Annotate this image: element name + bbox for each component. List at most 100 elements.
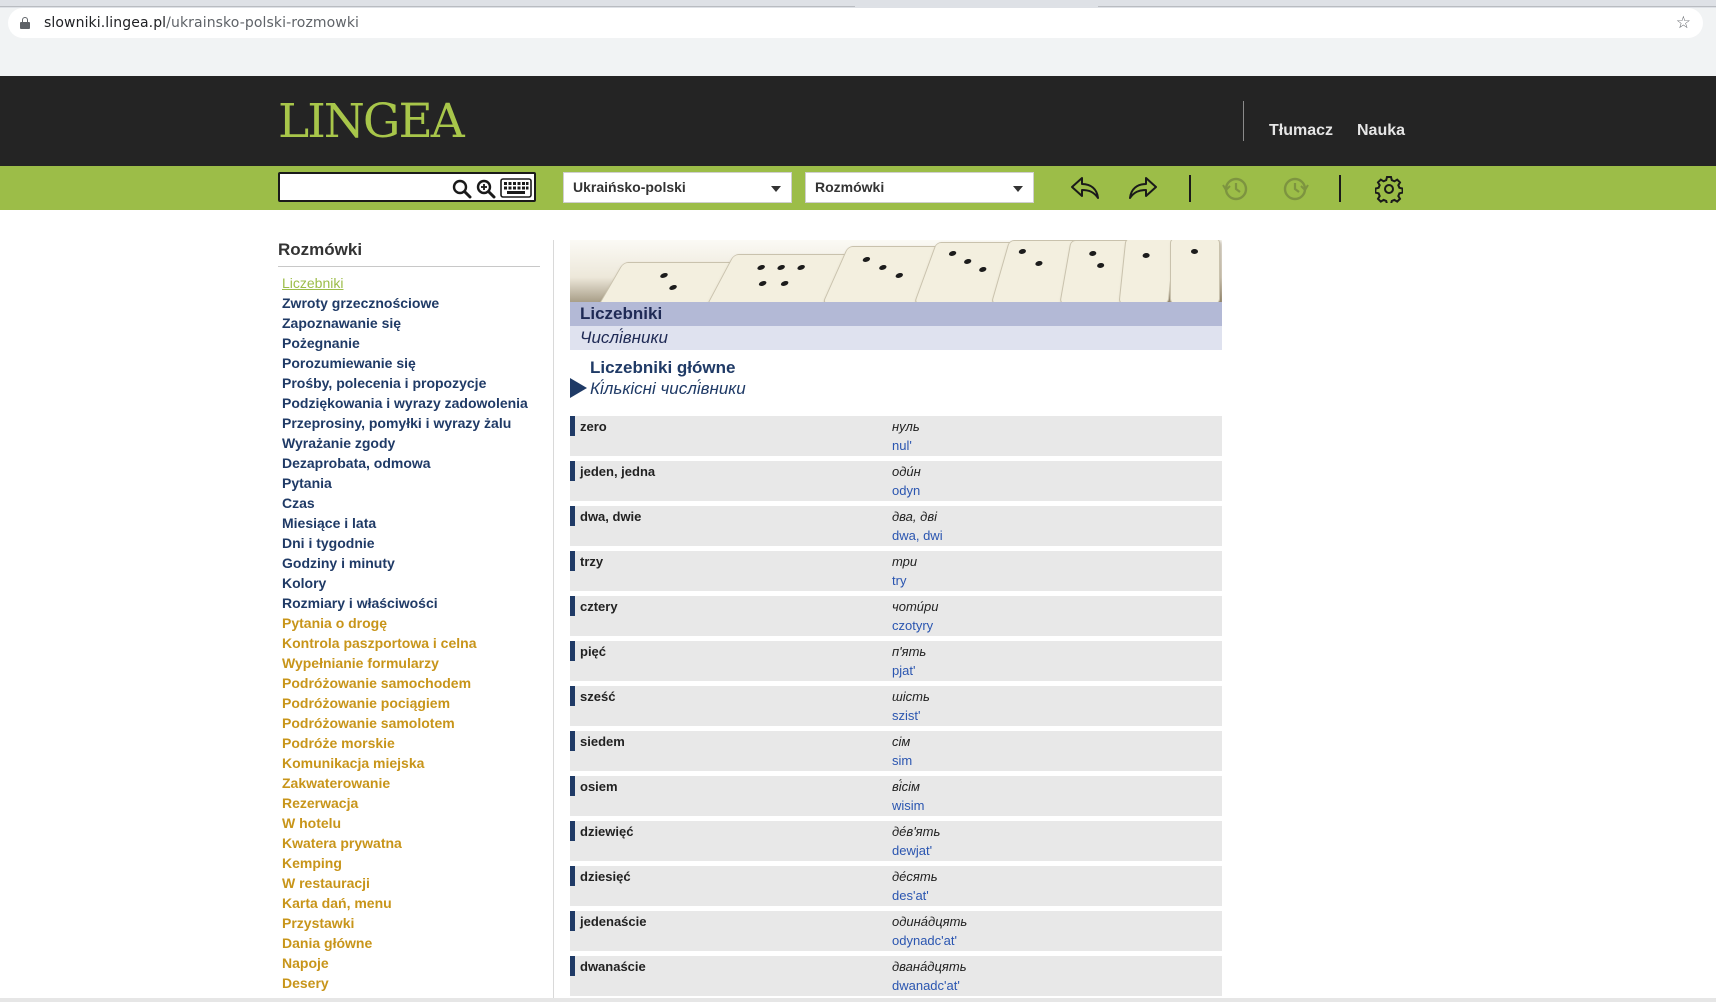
phrase-polish: pięć — [580, 644, 607, 659]
tab-strip — [0, 0, 1716, 8]
search-input[interactable] — [284, 177, 448, 199]
sidebar-item[interactable]: Zakwaterowanie — [282, 773, 540, 793]
settings-gear-icon[interactable] — [1375, 175, 1403, 203]
sidebar-item[interactable]: Dni i tygodnie — [282, 533, 540, 553]
address-bar[interactable]: slowniki.lingea.pl/ukrainsko-polski-rozm… — [8, 8, 1703, 38]
page-title: Liczebniki — [570, 302, 1222, 326]
phrase-row[interactable]: osiem ві́сім wisim — [570, 776, 1222, 816]
sidebar-item[interactable]: Kwatera prywatna — [282, 833, 540, 853]
lingea-logo[interactable]: LINGEA — [278, 98, 465, 145]
sidebar-item[interactable]: Czas — [282, 493, 540, 513]
phrase-row[interactable]: dziesięć де́сять des'at' — [570, 866, 1222, 906]
sidebar-item[interactable]: Podróżowanie samochodem — [282, 673, 540, 693]
phrase-polish: siedem — [580, 734, 625, 749]
bookmark-star-icon[interactable]: ☆ — [1676, 13, 1691, 33]
sidebar-item[interactable]: Kolory — [282, 573, 540, 593]
sidebar-item[interactable]: W hotelu — [282, 813, 540, 833]
sidebar-item[interactable]: Pożegnanie — [282, 333, 540, 353]
phrase-polish: sześć — [580, 689, 616, 704]
phrase-list: zero нуль nul' jeden, jedna оди́н odyn dwa, dw… — [570, 416, 1222, 996]
sidebar-list: Liczebniki Zwroty grzecznościowe Zapoznawa… — [278, 273, 540, 993]
sidebar-item[interactable]: Pytania — [282, 473, 540, 493]
phrase-polish: dziesięć — [580, 869, 631, 884]
row-marker — [570, 866, 575, 886]
browser-tab[interactable] — [0, 0, 855, 7]
phrase-ukrainian: п'ять — [892, 644, 927, 659]
section-title: Liczebniki główne — [590, 358, 736, 377]
phrase-ukrainian: одина́дцять — [892, 914, 968, 929]
sidebar-item[interactable]: Wyrażanie zgody — [282, 433, 540, 453]
sidebar-item[interactable]: Pytania o drogę — [282, 613, 540, 633]
header-divider — [1243, 101, 1244, 141]
nav-link-nauka[interactable]: Nauka — [1357, 122, 1405, 140]
sidebar-item[interactable]: Karta dań, menu — [282, 893, 540, 913]
history-forward-icon[interactable] — [1281, 175, 1309, 203]
sidebar-item[interactable]: Miesiące i lata — [282, 513, 540, 533]
phrase-row[interactable]: jeden, jedna оди́н odyn — [570, 461, 1222, 501]
back-arrow-icon[interactable] — [1070, 175, 1100, 201]
forward-arrow-icon[interactable] — [1128, 175, 1158, 201]
row-marker — [570, 911, 575, 931]
section-select[interactable]: Rozmówki — [805, 172, 1034, 203]
phrase-row[interactable]: sześć шість szist' — [570, 686, 1222, 726]
phrase-polish: jeden, jedna — [580, 464, 656, 479]
history-back-icon[interactable] — [1222, 175, 1250, 203]
phrase-transliteration: wisim — [892, 798, 925, 813]
phrase-ukrainian: чоти́ри — [892, 599, 939, 614]
sidebar-item[interactable]: Godziny i minuty — [282, 553, 540, 573]
phrase-transliteration: dewjat' — [892, 843, 933, 858]
sidebar-item[interactable]: Podziękowania i wyrazy zadowolenia — [282, 393, 540, 413]
sidebar-item[interactable]: Napoje — [282, 953, 540, 973]
phrase-row[interactable]: dwanaście двана́дцять dwanadc'at' — [570, 956, 1222, 996]
sidebar-item[interactable]: Podróżowanie samolotem — [282, 713, 540, 733]
sidebar-item[interactable]: Komunikacja miejska — [282, 753, 540, 773]
nav-link-tlumacz[interactable]: Tłumacz — [1269, 122, 1333, 140]
phrase-row[interactable]: dziewięć де́в'ять dewjat' — [570, 821, 1222, 861]
zoom-search-icon[interactable] — [476, 179, 496, 199]
domino-image — [1170, 240, 1220, 302]
sidebar-item[interactable]: Dezaprobata, odmowa — [282, 453, 540, 473]
row-marker — [570, 596, 575, 616]
phrase-row[interactable]: zero нуль nul' — [570, 416, 1222, 456]
sidebar-item[interactable]: Podróże morskie — [282, 733, 540, 753]
phrase-row[interactable]: trzy три try — [570, 551, 1222, 591]
phrase-ukrainian: двана́дцять — [892, 959, 967, 974]
sidebar-item[interactable]: Porozumiewanie się — [282, 353, 540, 373]
phrase-row[interactable]: jedenaście одина́дцять odynadc'at' — [570, 911, 1222, 951]
sidebar-item[interactable]: Kemping — [282, 853, 540, 873]
phrase-polish: dwanaście — [580, 959, 646, 974]
sidebar-item[interactable]: Desery — [282, 973, 540, 993]
row-marker — [570, 731, 575, 751]
sidebar-item[interactable]: Przystawki — [282, 913, 540, 933]
sidebar-item[interactable]: Prośby, polecenia i propozycje — [282, 373, 540, 393]
sidebar-item[interactable]: Rezerwacja — [282, 793, 540, 813]
sidebar-item[interactable]: Dania główne — [282, 933, 540, 953]
search-icon[interactable] — [452, 179, 472, 199]
phrase-ukrainian: сім — [892, 734, 911, 749]
sidebar-item[interactable]: Liczebniki — [282, 273, 540, 293]
column-divider — [553, 240, 554, 1002]
chevron-down-icon — [1013, 186, 1023, 192]
browser-tab[interactable] — [1098, 0, 1716, 7]
sidebar-item[interactable]: Zapoznawanie się — [282, 313, 540, 333]
sidebar-item[interactable]: W restauracji — [282, 873, 540, 893]
url-text[interactable]: slowniki.lingea.pl/ukrainsko-polski-rozm… — [44, 15, 359, 31]
phrase-polish: zero — [580, 419, 607, 434]
language-select[interactable]: Ukraińsko-polski — [563, 172, 792, 203]
sidebar-item[interactable]: Rozmiary i właściwości — [282, 593, 540, 613]
phrase-row[interactable]: siedem сім sim — [570, 731, 1222, 771]
sidebar-item[interactable]: Wypełnianie formularzy — [282, 653, 540, 673]
phrase-row[interactable]: cztery чоти́ри czotyry — [570, 596, 1222, 636]
sidebar-item[interactable]: Przeprosiny, pomyłki i wyrazy żalu — [282, 413, 540, 433]
page-bottom-edge — [0, 998, 1716, 1002]
lock-icon[interactable] — [20, 17, 30, 29]
phrase-transliteration: odyn — [892, 483, 921, 498]
keyboard-icon[interactable] — [500, 178, 532, 198]
play-arrow-icon[interactable] — [570, 378, 587, 398]
section-header[interactable]: Liczebniki główne Кі́лькісні числі́вники — [570, 350, 1222, 416]
sidebar-item[interactable]: Zwroty grzecznościowe — [282, 293, 540, 313]
sidebar-item[interactable]: Kontrola paszportowa i celna — [282, 633, 540, 653]
sidebar-item[interactable]: Podróżowanie pociągiem — [282, 693, 540, 713]
phrase-row[interactable]: dwa, dwie два, дві dwa, dwi — [570, 506, 1222, 546]
phrase-row[interactable]: pięć п'ять pjat' — [570, 641, 1222, 681]
